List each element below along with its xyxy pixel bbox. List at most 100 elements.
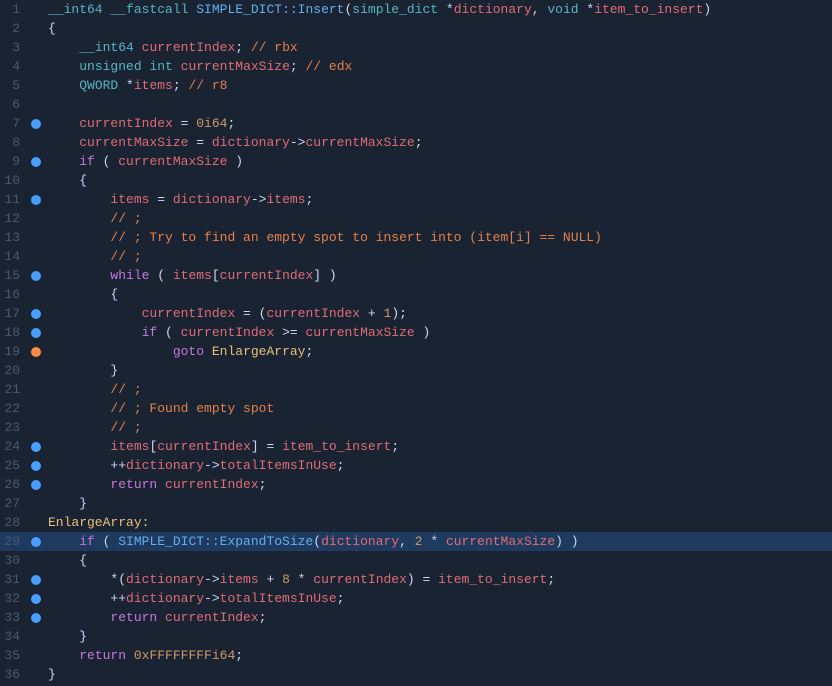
- code-line: 31 *(dictionary->items + 8 * currentInde…: [0, 570, 832, 589]
- breakpoint-dot: [31, 461, 41, 471]
- code-line: 34 }: [0, 627, 832, 646]
- code-line: 4 unsigned int currentMaxSize; // edx: [0, 57, 832, 76]
- code-text: return currentIndex;: [44, 475, 832, 494]
- line-number: 33: [0, 608, 28, 627]
- code-line: 24 items[currentIndex] = item_to_insert;: [0, 437, 832, 456]
- code-text: // ;: [44, 418, 832, 437]
- line-number: 30: [0, 551, 28, 570]
- line-number: 16: [0, 285, 28, 304]
- breakpoint-dot: [31, 347, 41, 357]
- breakpoint-dot: [31, 328, 41, 338]
- line-number: 1: [0, 0, 28, 19]
- code-text: {: [44, 171, 832, 190]
- breakpoint-indicator[interactable]: [28, 613, 44, 623]
- breakpoint-indicator[interactable]: [28, 442, 44, 452]
- code-text: }: [44, 361, 832, 380]
- code-line: 8 currentMaxSize = dictionary->currentMa…: [0, 133, 832, 152]
- code-line: 17 currentIndex = (currentIndex + 1);: [0, 304, 832, 323]
- line-number: 6: [0, 95, 28, 114]
- breakpoint-indicator[interactable]: [28, 537, 44, 547]
- line-number: 18: [0, 323, 28, 342]
- code-text: currentIndex = (currentIndex + 1);: [44, 304, 832, 323]
- line-number: 21: [0, 380, 28, 399]
- code-line: 3 __int64 currentIndex; // rbx: [0, 38, 832, 57]
- code-line: 33 return currentIndex;: [0, 608, 832, 627]
- code-text: *(dictionary->items + 8 * currentIndex) …: [44, 570, 832, 589]
- line-number: 13: [0, 228, 28, 247]
- code-text: // ;: [44, 247, 832, 266]
- code-line: 29 if ( SIMPLE_DICT::ExpandToSize(dictio…: [0, 532, 832, 551]
- code-line: 35 return 0xFFFFFFFFi64;: [0, 646, 832, 665]
- line-number: 9: [0, 152, 28, 171]
- breakpoint-dot: [31, 575, 41, 585]
- breakpoint-indicator[interactable]: [28, 309, 44, 319]
- code-text: ++dictionary->totalItemsInUse;: [44, 589, 832, 608]
- code-text: // ;: [44, 209, 832, 228]
- breakpoint-indicator[interactable]: [28, 271, 44, 281]
- line-number: 31: [0, 570, 28, 589]
- line-number: 26: [0, 475, 28, 494]
- code-line: 28EnlargeArray:: [0, 513, 832, 532]
- breakpoint-dot: [31, 613, 41, 623]
- breakpoint-indicator[interactable]: [28, 594, 44, 604]
- code-text: items[currentIndex] = item_to_insert;: [44, 437, 832, 456]
- code-text: return 0xFFFFFFFFi64;: [44, 646, 832, 665]
- code-text: if ( currentIndex >= currentMaxSize ): [44, 323, 832, 342]
- code-text: EnlargeArray:: [44, 513, 832, 532]
- code-line: 26 return currentIndex;: [0, 475, 832, 494]
- breakpoint-indicator[interactable]: [28, 480, 44, 490]
- code-text: }: [44, 627, 832, 646]
- code-line: 19 goto EnlargeArray;: [0, 342, 832, 361]
- line-number: 12: [0, 209, 28, 228]
- line-number: 24: [0, 437, 28, 456]
- line-number: 36: [0, 665, 28, 684]
- breakpoint-dot: [31, 480, 41, 490]
- breakpoint-indicator[interactable]: [28, 328, 44, 338]
- code-text: // ;: [44, 380, 832, 399]
- line-number: 2: [0, 19, 28, 38]
- code-line: 15 while ( items[currentIndex] ): [0, 266, 832, 285]
- code-lines: 1 __int64 __fastcall SIMPLE_DICT::Insert(…: [0, 0, 832, 684]
- line-number: 3: [0, 38, 28, 57]
- code-line: 20 }: [0, 361, 832, 380]
- code-text: // ; Try to find an empty spot to insert…: [44, 228, 832, 247]
- code-line: 2{: [0, 19, 832, 38]
- line-number: 5: [0, 76, 28, 95]
- code-text: if ( currentMaxSize ): [44, 152, 832, 171]
- code-line: 14 // ;: [0, 247, 832, 266]
- line-number: 32: [0, 589, 28, 608]
- code-line: 16 {: [0, 285, 832, 304]
- code-line: 23 // ;: [0, 418, 832, 437]
- line-number: 27: [0, 494, 28, 513]
- code-line: 25 ++dictionary->totalItemsInUse;: [0, 456, 832, 475]
- breakpoint-indicator[interactable]: [28, 119, 44, 129]
- code-text: __int64 __fastcall SIMPLE_DICT::Insert(s…: [44, 0, 832, 19]
- line-number: 11: [0, 190, 28, 209]
- code-text: currentMaxSize = dictionary->currentMaxS…: [44, 133, 832, 152]
- code-text: return currentIndex;: [44, 608, 832, 627]
- code-line: 6: [0, 95, 832, 114]
- breakpoint-indicator[interactable]: [28, 575, 44, 585]
- code-line: 5 QWORD *items; // r8: [0, 76, 832, 95]
- code-line: 21 // ;: [0, 380, 832, 399]
- code-line: 11 items = dictionary->items;: [0, 190, 832, 209]
- code-line: 22 // ; Found empty spot: [0, 399, 832, 418]
- line-number: 8: [0, 133, 28, 152]
- breakpoint-dot: [31, 157, 41, 167]
- breakpoint-indicator[interactable]: [28, 195, 44, 205]
- line-number: 20: [0, 361, 28, 380]
- line-number: 19: [0, 342, 28, 361]
- code-text: // ; Found empty spot: [44, 399, 832, 418]
- breakpoint-dot: [31, 309, 41, 319]
- code-editor: 1 __int64 __fastcall SIMPLE_DICT::Insert(…: [0, 0, 832, 686]
- line-number: 22: [0, 399, 28, 418]
- breakpoint-indicator[interactable]: [28, 461, 44, 471]
- code-text: QWORD *items; // r8: [44, 76, 832, 95]
- breakpoint-indicator[interactable]: [28, 347, 44, 357]
- code-text: if ( SIMPLE_DICT::ExpandToSize(dictionar…: [44, 532, 832, 551]
- code-text: while ( items[currentIndex] ): [44, 266, 832, 285]
- code-text: {: [44, 19, 832, 38]
- line-number: 7: [0, 114, 28, 133]
- breakpoint-indicator[interactable]: [28, 157, 44, 167]
- breakpoint-dot: [31, 195, 41, 205]
